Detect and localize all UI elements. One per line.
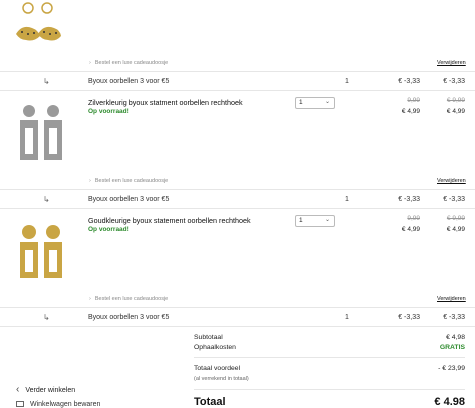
total-price: € 4,99 [446,226,465,233]
old-total-price: € 9,99 [446,97,465,104]
divider [0,189,475,190]
gift-box-option[interactable]: › Bestel een luxe cadeaudoosje [89,296,168,302]
savings-label: Totaal voordeel [194,365,241,372]
sub-item-arrow-icon: ↳ [43,195,50,204]
divider [0,307,475,308]
chevron-down-icon: ⌄ [324,217,330,223]
divider [0,90,475,91]
product-image-leopard-earrings[interactable] [14,0,62,46]
discount-label: Byoux oorbellen 3 voor €5 [88,196,170,203]
chevron-right-icon: › [89,178,91,184]
gift-box-option[interactable]: › Bestel een luxe cadeaudoosje [89,60,168,66]
divider [194,389,465,390]
divider [194,357,465,358]
savings-note: (al verrekend in totaal) [194,376,249,382]
discount-total-price: € -3,33 [443,196,465,203]
gift-box-option[interactable]: › Bestel een luxe cadeaudoosje [89,178,168,184]
stock-status: Op voorraad! [88,226,129,233]
discount-label: Byoux oorbellen 3 voor €5 [88,314,170,321]
continue-shopping-link[interactable]: ‹ Verder winkelen [16,384,75,395]
remove-link[interactable]: Verwijderen [437,178,466,184]
sub-item-arrow-icon: ↳ [43,77,50,86]
chevron-right-icon: › [89,296,91,302]
save-cart-icon [16,401,24,408]
divider [0,71,475,72]
old-total-price: € 9,99 [446,215,465,222]
discount-unit-price: € -3,33 [398,78,420,85]
discount-qty: 1 [345,196,349,203]
sub-item-arrow-icon: ↳ [43,313,50,322]
unit-price: € 4,99 [401,226,420,233]
subtotal-label: Subtotaal [194,334,223,341]
old-unit-price: 9,99 [407,215,420,222]
quantity-select[interactable]: 1 ⌄ [295,215,335,227]
product-name[interactable]: Zilverkleurig byoux statment oorbellen r… [88,98,243,107]
stock-status: Op voorraad! [88,108,129,115]
chevron-right-icon: › [89,60,91,66]
shipping-value: GRATIS [439,344,465,351]
discount-qty: 1 [345,78,349,85]
subtotal-value: € 4,98 [446,334,465,341]
total-value: € 4.98 [434,396,465,408]
chevron-down-icon: ⌄ [324,99,330,105]
total-price: € 4,99 [446,108,465,115]
discount-unit-price: € -3,33 [398,314,420,321]
product-image-silver-earrings[interactable] [18,104,64,162]
product-name[interactable]: Goudkleurige byoux statement oorbellen r… [88,216,251,225]
shipping-label: Ophaalkosten [194,344,236,351]
discount-total-price: € -3,33 [443,78,465,85]
save-cart-link[interactable]: Winkelwagen bewaren [16,401,100,408]
quantity-select[interactable]: 1 ⌄ [295,97,335,109]
old-unit-price: 9,99 [407,97,420,104]
divider [0,326,475,327]
total-label: Totaal [194,396,226,408]
unit-price: € 4,99 [401,108,420,115]
discount-label: Byoux oorbellen 3 voor €5 [88,78,170,85]
chevron-left-icon: ‹ [16,384,20,395]
discount-total-price: € -3,33 [443,314,465,321]
discount-qty: 1 [345,314,349,321]
discount-unit-price: € -3,33 [398,196,420,203]
remove-link[interactable]: Verwijderen [437,296,466,302]
divider [0,208,475,209]
savings-value: - € 23,99 [438,365,465,372]
product-image-gold-earrings[interactable] [18,224,64,280]
remove-link[interactable]: Verwijderen [437,60,466,66]
